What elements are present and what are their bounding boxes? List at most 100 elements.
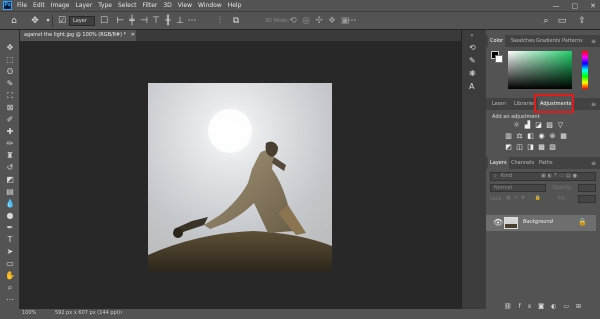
history-panel-icon[interactable]: ⟲ xyxy=(469,43,476,52)
posterize-icon[interactable]: ◫ xyxy=(516,144,523,151)
blend-mode-select[interactable]: Normal xyxy=(490,184,546,192)
character-panel-icon[interactable]: A xyxy=(469,82,474,91)
search-icon[interactable]: ⌕ xyxy=(540,15,552,27)
invert-icon[interactable]: ◩ xyxy=(505,144,512,151)
tab-patterns[interactable]: Patterns xyxy=(560,35,585,47)
panel-menu-icon[interactable]: ≡ xyxy=(591,160,596,167)
align-vertical-icon[interactable]: ⫶ xyxy=(214,15,226,27)
menu-help[interactable]: Help xyxy=(228,2,242,9)
workspace-icon[interactable]: ▭ xyxy=(556,15,568,27)
menu-view[interactable]: View xyxy=(178,2,192,9)
panel-menu-icon[interactable]: ≡ xyxy=(591,38,596,45)
dodge-tool-icon[interactable]: ● xyxy=(4,210,16,221)
zoom-tool-icon[interactable]: ⌕ xyxy=(4,282,16,293)
healing-brush-tool-icon[interactable]: ✚ xyxy=(4,126,16,137)
vibrance-icon[interactable]: ▥ xyxy=(505,133,512,140)
threshold-icon[interactable]: ◨ xyxy=(527,144,534,151)
opacity-field[interactable] xyxy=(578,184,596,192)
align-center-icon[interactable]: ╪ xyxy=(126,15,138,27)
gradient-map-icon[interactable]: ▽ xyxy=(557,122,564,129)
color-field[interactable] xyxy=(508,51,572,89)
menu-type[interactable]: Type xyxy=(98,2,112,9)
levels-icon[interactable]: ▟ xyxy=(524,122,531,129)
document-tab[interactable]: against the light.jpg @ 100% (RGB/8#) * … xyxy=(20,30,136,41)
menu-filter[interactable]: Filter xyxy=(143,2,158,9)
properties-panel-icon[interactable]: ✎ xyxy=(469,56,476,65)
minimize-button[interactable]: — xyxy=(553,2,560,10)
menu-window[interactable]: Window xyxy=(198,2,222,9)
transform-controls-checkbox-icon[interactable]: ☐ xyxy=(98,15,110,27)
move-tool-icon[interactable]: ✥ xyxy=(4,42,16,53)
layer-kind-filter[interactable]: Kind xyxy=(501,173,512,180)
more-options-icon[interactable]: ⋯ xyxy=(346,15,358,27)
black-white-icon[interactable]: ◧ xyxy=(527,133,534,140)
type-tool-icon[interactable]: T xyxy=(4,234,16,245)
status-arrow-icon[interactable]: › xyxy=(120,309,122,316)
menu-select[interactable]: Select xyxy=(118,2,137,9)
quick-select-tool-icon[interactable]: ✎ xyxy=(4,78,16,89)
background-color-swatch[interactable] xyxy=(495,55,503,63)
hand-tool-icon[interactable]: ✋ xyxy=(4,270,16,281)
auto-select-target-select[interactable]: Layer xyxy=(69,16,95,26)
expand-panels-icon[interactable]: « xyxy=(470,32,474,39)
brush-tool-icon[interactable]: ✏ xyxy=(4,138,16,149)
zoom-level[interactable]: 100% xyxy=(22,310,36,316)
document-image[interactable] xyxy=(148,83,332,271)
align-left-icon[interactable]: ⊢ xyxy=(114,15,126,27)
hue-slider[interactable] xyxy=(582,51,588,89)
eyedropper-tool-icon[interactable]: ✐ xyxy=(4,114,16,125)
home-icon[interactable]: ⌂ xyxy=(8,15,20,27)
gradient-fill-icon[interactable]: ▧ xyxy=(549,144,556,151)
photo-filter-icon[interactable]: ◉ xyxy=(538,133,545,140)
menu-image[interactable]: Image xyxy=(51,2,70,9)
history-brush-tool-icon[interactable]: ↺ xyxy=(4,162,16,173)
crop-tool-icon[interactable]: ⛶ xyxy=(4,90,16,101)
menu-edit[interactable]: Edit xyxy=(33,2,45,9)
distribute-icon[interactable]: ⋯ xyxy=(186,15,198,27)
canvas-area[interactable] xyxy=(20,41,461,309)
distribute-spacing-icon[interactable]: ⧉ xyxy=(230,15,242,27)
lasso-tool-icon[interactable]: ʘ xyxy=(4,66,16,77)
brightness-contrast-icon[interactable]: ☼ xyxy=(513,122,520,129)
rectangle-tool-icon[interactable]: ▭ xyxy=(4,258,16,269)
path-selection-tool-icon[interactable]: ➤ xyxy=(4,246,16,257)
share-icon[interactable]: ⇪ xyxy=(576,15,588,27)
selective-color-icon[interactable]: ▩ xyxy=(538,144,545,151)
tab-channels[interactable]: Channels xyxy=(509,157,536,169)
panel-menu-icon[interactable]: ≡ xyxy=(591,101,596,108)
tab-swatches[interactable]: Swatches xyxy=(509,35,537,47)
more-tools-icon[interactable]: ⋯ xyxy=(4,294,16,305)
align-middle-icon[interactable]: ╫ xyxy=(162,15,174,27)
pen-tool-icon[interactable]: ✒ xyxy=(4,222,16,233)
layer-filter-bar[interactable]: ⌕ Kind ▣◐T▭▤● xyxy=(490,172,596,181)
align-top-icon[interactable]: ⊤ xyxy=(150,15,162,27)
close-window-button[interactable]: ✕ xyxy=(590,2,596,10)
clone-stamp-tool-icon[interactable]: ♜ xyxy=(4,150,16,161)
marquee-tool-icon[interactable]: ⬚ xyxy=(4,54,16,65)
menu-layer[interactable]: Layer xyxy=(75,2,92,9)
auto-select-checkbox-icon[interactable]: ☑ xyxy=(56,15,68,27)
channel-mixer-icon[interactable]: ⊛ xyxy=(549,133,556,140)
tab-layers[interactable]: Layers xyxy=(488,157,509,169)
align-right-icon[interactable]: ⊣ xyxy=(138,15,150,27)
fill-field[interactable] xyxy=(578,195,596,203)
tab-paths[interactable]: Paths xyxy=(537,157,555,169)
3d-roll-icon[interactable]: ◎ xyxy=(300,15,312,27)
menu-file[interactable]: File xyxy=(17,2,27,9)
tab-learn[interactable]: Learn xyxy=(490,98,508,110)
color-balance-icon[interactable]: ⚖ xyxy=(516,133,523,140)
3d-drag-icon[interactable]: ✣ xyxy=(313,15,325,27)
align-bottom-icon[interactable]: ⊥ xyxy=(174,15,186,27)
menu-3d[interactable]: 3D xyxy=(163,2,171,9)
3d-slide-icon[interactable]: ❖ xyxy=(326,15,338,27)
color-lookup-icon[interactable]: ▦ xyxy=(560,133,567,140)
exposure-icon[interactable]: ▨ xyxy=(546,122,553,129)
layer-name[interactable]: Background xyxy=(523,219,553,225)
blur-tool-icon[interactable]: 💧 xyxy=(4,198,16,209)
tab-color[interactable]: Color xyxy=(488,35,506,47)
maximize-button[interactable]: ▢ xyxy=(572,2,579,10)
close-tab-icon[interactable]: ✕ xyxy=(131,32,135,38)
layer-row[interactable]: 👁 Background 🔒 xyxy=(486,215,596,231)
curves-icon[interactable]: ◪ xyxy=(535,122,542,129)
brush-settings-panel-icon[interactable]: ❋ xyxy=(469,69,476,78)
